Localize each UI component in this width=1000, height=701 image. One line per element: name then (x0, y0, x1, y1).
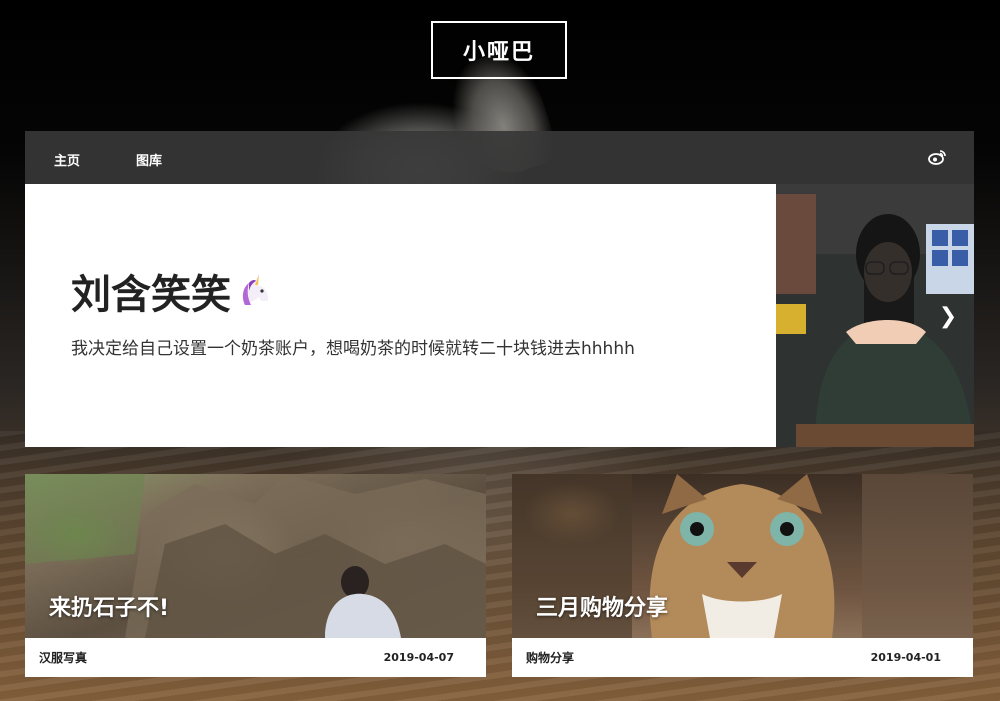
post-card[interactable]: 来扔石子不! 汉服写真 2019-04-07 (25, 474, 486, 677)
site-title[interactable]: 小哑巴 (431, 21, 567, 79)
post-card-caption: 来扔石子不! (49, 596, 170, 621)
hero-next-button[interactable]: ❯ (928, 302, 968, 330)
hero-title-wrap: 刘含笑笑 (71, 262, 275, 320)
chevron-right-icon: ❯ (938, 303, 958, 329)
nav-gallery[interactable]: 图库 (136, 150, 162, 169)
post-card-category[interactable]: 购物分享 (526, 649, 574, 666)
unicorn-icon (235, 271, 275, 311)
hero-photo: ❯ (776, 184, 974, 447)
post-card-category[interactable]: 汉服写真 (39, 649, 87, 666)
navbar: 主页 图库 (25, 131, 974, 184)
post-card-date: 2019-04-01 (870, 651, 941, 664)
hero-banner: 刘含笑笑 我决定给自己设置一个奶茶账户，想喝奶茶的时候就转二十块钱进去hhhhh (25, 184, 974, 447)
post-card-date: 2019-04-07 (383, 651, 454, 664)
hero-title: 刘含笑笑 (71, 272, 231, 318)
post-card-footer: 汉服写真 2019-04-07 (25, 638, 486, 677)
weibo-icon[interactable] (928, 149, 946, 165)
hero-description: 我决定给自己设置一个奶茶账户，想喝奶茶的时候就转二十块钱进去hhhhh (71, 339, 635, 359)
post-card-caption: 三月购物分享 (536, 596, 669, 621)
nav-home[interactable]: 主页 (54, 150, 80, 169)
post-card[interactable]: 三月购物分享 购物分享 2019-04-01 (512, 474, 973, 677)
post-card-footer: 购物分享 2019-04-01 (512, 638, 973, 677)
